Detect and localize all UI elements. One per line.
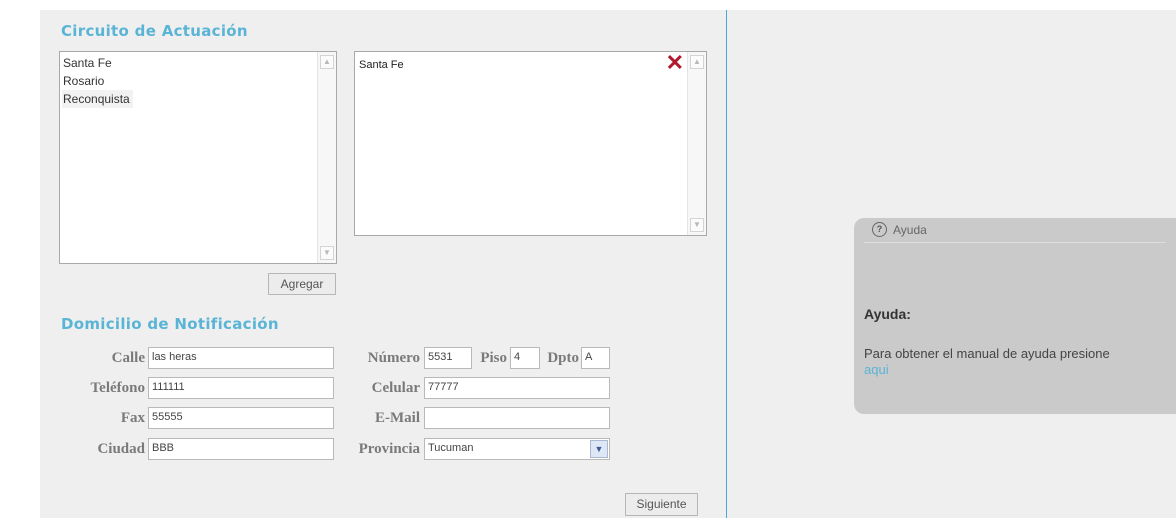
list-item[interactable]: Rosario: [62, 72, 336, 90]
scrollbar[interactable]: ▲ ▼: [687, 52, 706, 235]
next-button[interactable]: Siguiente: [625, 493, 698, 516]
email-input[interactable]: [424, 407, 610, 429]
list-item[interactable]: Santa Fe: [62, 54, 336, 72]
help-header-label: Ayuda: [893, 222, 927, 237]
numero-label: Número: [367, 350, 420, 366]
dpto-label: Dpto: [547, 350, 579, 366]
dpto-input[interactable]: A: [581, 347, 610, 369]
numero-input[interactable]: 5531: [424, 347, 472, 369]
scroll-down-icon[interactable]: ▼: [690, 218, 704, 232]
ciudad-input[interactable]: BBB: [148, 438, 334, 460]
scrollbar[interactable]: ▲ ▼: [317, 52, 336, 263]
piso-input[interactable]: 4: [510, 347, 540, 369]
help-text: Para obtener el manual de ayuda presione…: [864, 346, 1134, 378]
help-title: Ayuda:: [864, 306, 911, 322]
chevron-down-icon[interactable]: ▼: [590, 440, 608, 458]
help-separator: [864, 242, 1166, 243]
help-description: Para obtener el manual de ayuda presione: [864, 346, 1110, 361]
provincia-select[interactable]: Tucuman ▼: [424, 438, 610, 460]
telefono-input[interactable]: 111111: [148, 377, 334, 399]
provincia-label: Provincia: [358, 441, 420, 457]
list-item[interactable]: Reconquista: [62, 90, 133, 108]
scroll-up-icon[interactable]: ▲: [320, 55, 334, 69]
piso-label: Piso: [480, 350, 507, 366]
provincia-value: Tucuman: [428, 442, 474, 454]
calle-label: Calle: [111, 350, 145, 366]
help-link[interactable]: aqui: [864, 362, 889, 377]
remove-icon[interactable]: ✕: [666, 52, 684, 74]
email-label: E-Mail: [375, 410, 420, 426]
fax-label: Fax: [120, 410, 145, 426]
available-circuits-list[interactable]: Santa Fe Rosario Reconquista ▲ ▼: [59, 51, 337, 264]
celular-label: Celular: [371, 380, 420, 396]
calle-input[interactable]: las heras: [148, 347, 334, 369]
list-item: Santa Fe: [359, 59, 404, 71]
scroll-down-icon[interactable]: ▼: [320, 246, 334, 260]
help-panel: ? Ayuda Ayuda: Para obtener el manual de…: [854, 218, 1176, 414]
celular-input[interactable]: 77777: [424, 377, 610, 399]
add-button[interactable]: Agregar: [268, 273, 336, 295]
domicilio-title: Domicilio de Notificación: [61, 315, 279, 333]
telefono-label: Teléfono: [90, 380, 145, 396]
fax-input[interactable]: 55555: [148, 407, 334, 429]
scroll-up-icon[interactable]: ▲: [690, 55, 704, 69]
circuito-title: Circuito de Actuación: [61, 22, 248, 40]
help-header: ? Ayuda: [872, 222, 927, 237]
ciudad-label: Ciudad: [97, 441, 145, 457]
help-icon: ?: [872, 222, 887, 237]
selected-circuits-list[interactable]: Santa Fe ✕ ▲ ▼: [354, 51, 707, 236]
